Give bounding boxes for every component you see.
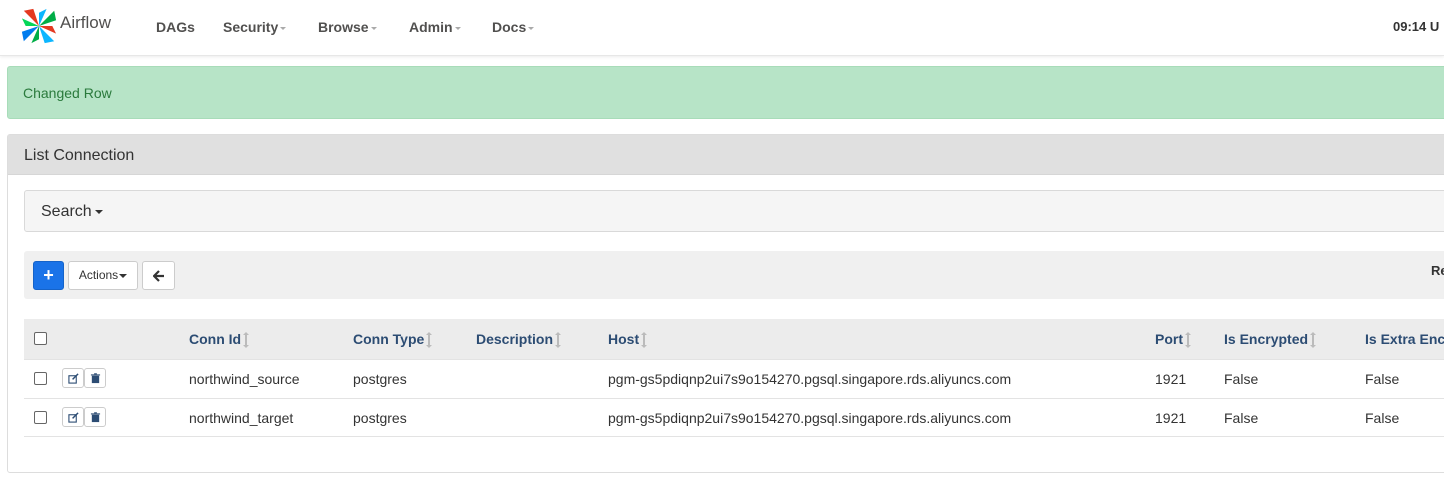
nav-admin[interactable]: Admin [409,0,461,56]
sort-icon [555,332,562,348]
cell-conn-type: postgres [353,410,407,426]
cell-host: pgm-gs5pdiqnp2ui7s9o154270.pgsql.singapo… [608,410,1012,426]
nav-admin-label: Admin [409,19,453,35]
header-port[interactable]: Port [1155,319,1191,359]
header-is-encrypted-label: Is Encrypted [1224,331,1309,347]
table-header-row: Conn Id Conn Type Description Host Port … [24,319,1444,359]
cell-port: 1921 [1155,410,1187,426]
brand-name: Airflow [60,13,112,32]
chevron-down-icon [454,26,461,30]
sort-icon [426,332,433,348]
table-row: northwind_target postgres pgm-gs5pdiqnp2… [24,398,1444,437]
cell-conn-type: postgres [353,371,407,387]
nav-dags-label: DAGs [156,19,195,35]
actions-label: Actions [78,268,119,282]
table-row: northwind_source postgres pgm-gs5pdiqnp2… [24,359,1444,398]
header-is-extra-encrypted[interactable]: Is Extra Enc [1365,319,1444,359]
airflow-logo-icon [21,8,57,44]
back-button[interactable] [142,261,175,290]
header-host[interactable]: Host [608,319,648,359]
chevron-down-icon [94,209,103,214]
edit-button[interactable] [62,368,84,388]
utc-clock[interactable]: 09:14 U [1393,0,1439,54]
panel-heading: List Connection [8,135,1444,175]
cell-is-extra-encrypted: False [1365,410,1400,426]
delete-button[interactable] [84,368,106,388]
select-all-checkbox[interactable] [34,332,47,345]
search-label: Search [41,203,103,221]
search-toggle[interactable]: Search [24,190,1444,232]
header-is-encrypted[interactable]: Is Encrypted [1224,319,1317,359]
header-description[interactable]: Description [476,319,562,359]
header-conn-type[interactable]: Conn Type [353,319,433,359]
connections-table: Conn Id Conn Type Description Host Port … [24,319,1444,437]
header-conn-type-label: Conn Type [353,331,425,347]
chevron-down-icon [119,273,128,278]
cell-is-encrypted: False [1224,410,1259,426]
list-toolbar: + Actions Re [24,251,1444,299]
trash-icon [90,373,101,384]
edit-button[interactable] [62,407,84,427]
top-navbar: Airflow DAGs Security Browse Admin Docs … [0,0,1444,56]
row-checkbox[interactable] [34,411,47,424]
alert-message: Changed Row [23,85,112,101]
list-connection-panel: List Connection Search + Actions Re Conn… [7,134,1444,473]
actions-dropdown-button[interactable]: Actions [68,261,138,290]
delete-button[interactable] [84,407,106,427]
arrow-left-icon [151,270,164,282]
nav-security[interactable]: Security [223,0,287,56]
nav-dags[interactable]: DAGs [156,0,195,56]
sort-icon [1310,332,1317,348]
nav-security-label: Security [223,19,279,35]
nav-browse[interactable]: Browse [318,0,377,56]
trash-icon [90,412,101,423]
chevron-down-icon [280,26,287,30]
header-conn-id-label: Conn Id [189,331,242,347]
cell-conn-id: northwind_target [189,410,294,426]
edit-icon [68,412,79,423]
row-checkbox[interactable] [34,372,47,385]
sort-icon [243,332,250,348]
sort-icon [1185,332,1191,348]
header-port-label: Port [1155,331,1183,347]
cell-conn-id: northwind_source [189,371,300,387]
success-alert: Changed Row [7,66,1444,119]
record-count-label: Re [1431,263,1444,278]
search-label-text: Search [41,203,92,220]
cell-is-encrypted: False [1224,371,1259,387]
cell-is-extra-encrypted: False [1365,371,1400,387]
brand-link[interactable]: Airflow [20,6,111,46]
edit-icon [68,373,79,384]
nav-docs[interactable]: Docs [492,0,535,56]
chevron-down-icon [528,26,535,30]
cell-host: pgm-gs5pdiqnp2ui7s9o154270.pgsql.singapo… [608,371,1012,387]
panel-title: List Connection [24,147,135,164]
nav-docs-label: Docs [492,19,527,35]
sort-icon [641,332,648,348]
header-is-extra-encrypted-label: Is Extra Enc [1365,331,1444,347]
header-conn-id[interactable]: Conn Id [189,319,250,359]
header-host-label: Host [608,331,640,347]
header-description-label: Description [476,331,554,347]
add-connection-button[interactable]: + [33,261,64,290]
chevron-down-icon [370,26,377,30]
nav-browse-label: Browse [318,19,369,35]
cell-port: 1921 [1155,371,1187,387]
